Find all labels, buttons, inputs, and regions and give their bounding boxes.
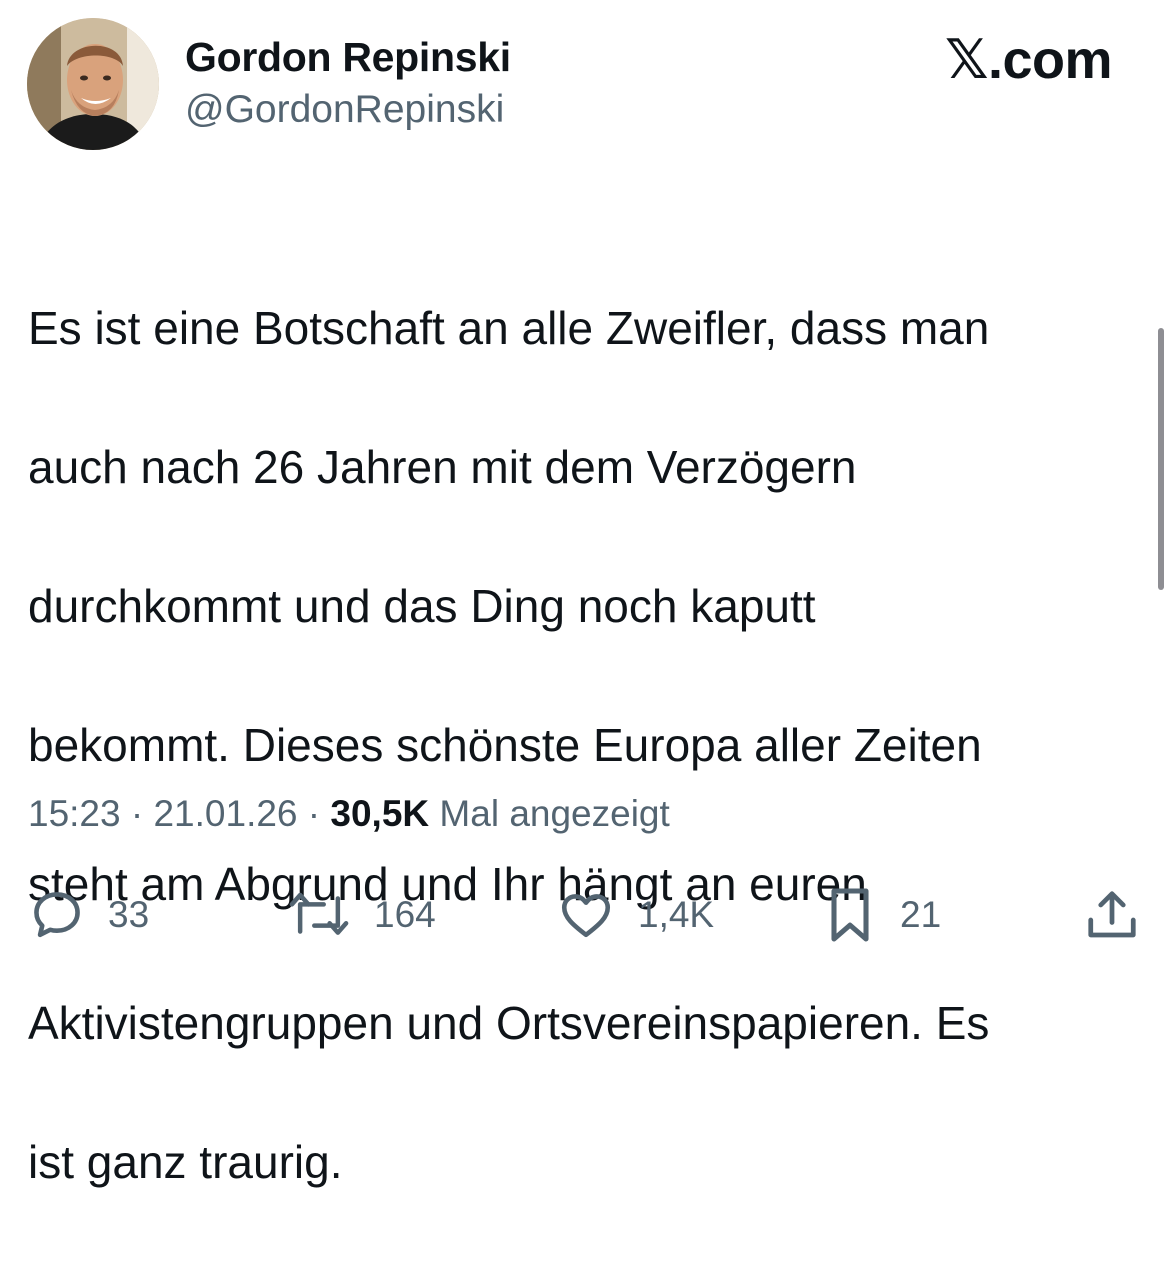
tweet-text-line: durchkommt und das Ding noch kaputt — [28, 579, 816, 632]
tweet-text-line: Es ist eine Botschaft an alle Zweifler, … — [28, 301, 990, 354]
action-bar: 33 164 1,4K 21 — [0, 880, 1170, 950]
views-count: 30,5K — [330, 793, 430, 834]
heart-icon — [561, 894, 611, 938]
bookmark-button[interactable]: 21 — [822, 880, 941, 950]
reply-button[interactable]: 33 — [28, 880, 149, 950]
bookmark-icon — [831, 888, 869, 942]
repost-count: 164 — [374, 894, 436, 935]
tweet-text-line: auch nach 26 Jahren mit dem Verzögern — [28, 440, 857, 493]
like-button[interactable]: 1,4K — [556, 880, 714, 950]
author-handle[interactable]: @GordonRepinski — [185, 88, 504, 132]
tweet-text: Es ist eine Botschaft an alle Zweifler, … — [28, 224, 1128, 1267]
tweet-text-line: ist ganz traurig. — [28, 1135, 343, 1188]
tweet-text-line: bekommt. Dieses schönste Europa aller Ze… — [28, 718, 982, 771]
author-display-name[interactable]: Gordon Repinski — [185, 34, 511, 81]
scrollbar[interactable] — [1158, 328, 1164, 590]
meta-separator: · — [120, 793, 154, 834]
tweet-text-line: Aktivistengruppen und Ortsvereinspapiere… — [28, 996, 990, 1049]
tweet-date[interactable]: 21.01.26 — [153, 793, 297, 834]
tweet-time[interactable]: 15:23 — [28, 793, 121, 834]
repost-button[interactable]: 164 — [286, 880, 436, 950]
reply-count: 33 — [108, 894, 150, 935]
avatar-photo — [27, 18, 159, 150]
repost-arrows-icon — [289, 892, 349, 935]
meta-separator: · — [297, 793, 331, 834]
tweet-meta: 15:23 · 21.01.26 · 30,5K Mal angezeigt — [28, 793, 670, 835]
x-logo: 𝕏.com — [944, 30, 1113, 90]
avatar[interactable] — [27, 18, 159, 150]
share-upload-icon — [1088, 891, 1136, 938]
share-button[interactable] — [1082, 880, 1142, 950]
speech-bubble-icon — [34, 892, 80, 938]
like-count: 1,4K — [638, 894, 715, 935]
bookmark-count: 21 — [900, 894, 942, 935]
views-label: Mal angezeigt — [429, 793, 670, 834]
